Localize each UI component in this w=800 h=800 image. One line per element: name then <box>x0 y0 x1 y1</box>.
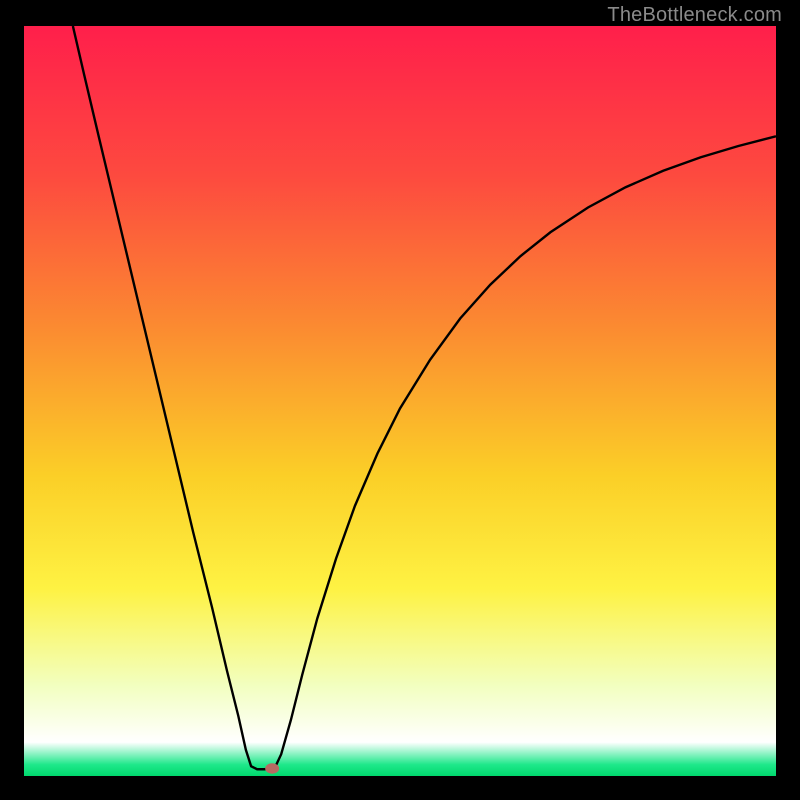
optimum-marker <box>265 763 279 773</box>
watermark-text: TheBottleneck.com <box>607 4 782 27</box>
chart-container: TheBottleneck.com <box>0 0 800 800</box>
bottleneck-chart <box>0 0 800 800</box>
gradient-field <box>24 26 776 776</box>
